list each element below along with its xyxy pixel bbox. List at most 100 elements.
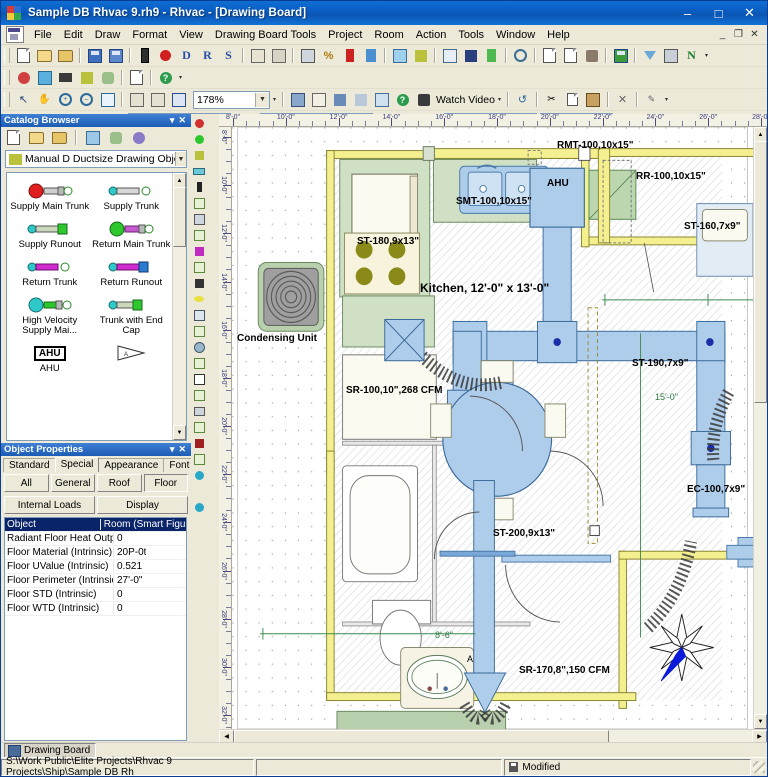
red-block-icon[interactable]: [339, 46, 360, 65]
open-project-icon[interactable]: [55, 46, 76, 65]
percent-icon[interactable]: %: [318, 46, 339, 65]
tab-standard[interactable]: Standard: [3, 458, 56, 472]
funnel-icon[interactable]: [639, 46, 660, 65]
tab-appearance[interactable]: Appearance: [98, 458, 165, 472]
dimension-tool-icon[interactable]: [191, 307, 207, 323]
table-row[interactable]: Object Room (Smart Figure): [5, 518, 186, 532]
menu-edit[interactable]: Edit: [58, 27, 89, 43]
zoom-window-icon[interactable]: [97, 90, 118, 109]
canvas-vertical-scrollbar[interactable]: ▲ ▼: [753, 127, 767, 729]
button-roof[interactable]: Roof: [97, 474, 142, 492]
drawing-label-room[interactable]: Kitchen, 12'-0" x 13'-0": [420, 281, 549, 295]
drawing-label-duct[interactable]: ST-190,7x9": [632, 358, 688, 369]
secondary-toolbar-overflow[interactable]: ▾: [176, 70, 185, 86]
stair-tool-icon[interactable]: [191, 387, 207, 403]
drawing-label-dimension[interactable]: 15'-0": [655, 392, 678, 402]
table-view-icon[interactable]: [308, 90, 329, 109]
cut-icon[interactable]: ✂: [541, 90, 562, 109]
slab-tool-icon[interactable]: [191, 451, 207, 467]
save-as-icon[interactable]: [105, 46, 126, 65]
chart-view-icon[interactable]: [329, 90, 350, 109]
drawing-label-duct[interactable]: EC-100,7x9": [687, 484, 745, 495]
copy-icon[interactable]: [562, 90, 583, 109]
drawing-label-duct[interactable]: RMT-100,10x15": [557, 140, 633, 151]
secondary-toolbar-grip[interactable]: [4, 70, 10, 85]
menu-view[interactable]: View: [173, 27, 209, 43]
grid-tool-icon[interactable]: [191, 275, 207, 291]
delete-icon[interactable]: ✕: [612, 90, 633, 109]
people-view-icon[interactable]: [350, 90, 371, 109]
object-properties-pin-icon[interactable]: ▾: [170, 444, 175, 455]
smart-figure-icon[interactable]: [191, 195, 207, 211]
property-grid[interactable]: Object Room (Smart Figure) Radiant Floor…: [4, 517, 187, 741]
drawing-label-duct[interactable]: ST-200,9x13": [493, 528, 555, 539]
catalog-scrollbar[interactable]: ▲ ▼: [172, 173, 186, 440]
catalog-item-high-velocity-supply-main[interactable]: High Velocity Supply Mai...: [9, 293, 91, 339]
catalog-pin-icon[interactable]: ▾: [170, 115, 175, 126]
zoom-level-combo[interactable]: 178% ▼: [193, 90, 270, 109]
image-view-icon[interactable]: [82, 128, 103, 147]
green-save-icon[interactable]: [610, 46, 631, 65]
canvas-scroll-thumb[interactable]: [754, 141, 767, 403]
catalog-footprint-icon[interactable]: [105, 128, 126, 147]
watch-video-label[interactable]: Watch Video: [436, 94, 495, 106]
network-icon[interactable]: [660, 46, 681, 65]
menu-drawing-board-tools[interactable]: Drawing Board Tools: [209, 27, 322, 43]
doc-copy-icon[interactable]: [539, 46, 560, 65]
supply-register-icon[interactable]: [191, 467, 207, 483]
book-icon[interactable]: [247, 46, 268, 65]
printer-icon[interactable]: [297, 46, 318, 65]
table-row[interactable]: Floor Perimeter (Intrinsic) 27'-0": [5, 574, 186, 588]
drawing-canvas[interactable]: RMT-100,10x15" RR-100,10x15" SMT-100,10x15…: [232, 127, 753, 729]
save-catalog-icon[interactable]: [49, 128, 70, 147]
open-catalog-icon[interactable]: [26, 128, 47, 147]
button-floor[interactable]: Floor: [143, 474, 188, 492]
apple-icon[interactable]: [155, 46, 176, 65]
tab-special[interactable]: Special: [54, 457, 100, 472]
print-color-icon[interactable]: [581, 46, 602, 65]
table-row[interactable]: Radiant Floor Heat Output 0: [5, 532, 186, 546]
button-internal-loads[interactable]: Internal Loads: [4, 496, 95, 514]
resize-grip[interactable]: [753, 761, 766, 773]
chevron-down-icon[interactable]: ▼: [255, 92, 269, 107]
duct-run-icon[interactable]: [191, 163, 207, 179]
catalog-item-list[interactable]: Supply Main Trunk Supply Trunk Supply Ru…: [6, 172, 187, 441]
ladder-icon[interactable]: [410, 46, 431, 65]
zone-view-icon[interactable]: [371, 90, 392, 109]
zoom-in-icon[interactable]: +: [55, 90, 76, 109]
blank-tool-2-icon[interactable]: [191, 515, 207, 531]
refresh-icon[interactable]: [389, 46, 410, 65]
layout-3-icon[interactable]: [168, 90, 189, 109]
door-tool-icon[interactable]: [191, 419, 207, 435]
room-tool-icon[interactable]: [191, 323, 207, 339]
footprints-icon[interactable]: [97, 68, 118, 87]
catalog-shape-icon[interactable]: [128, 128, 149, 147]
catalog-scroll-up-button[interactable]: ▲: [173, 173, 186, 188]
help-circle-icon[interactable]: ?: [155, 68, 176, 87]
building-icon[interactable]: [268, 46, 289, 65]
floor-plan-drawing[interactable]: [232, 127, 753, 729]
maximize-button[interactable]: □: [703, 3, 734, 23]
roof-tool-icon[interactable]: [191, 259, 207, 275]
catalog-scroll-down-button[interactable]: ▼: [173, 425, 186, 440]
catalog-item-supply-trunk[interactable]: Supply Trunk: [91, 179, 173, 215]
partition-tool-icon[interactable]: [191, 403, 207, 419]
table-row[interactable]: Floor WTD (Intrinsic) 0: [5, 602, 186, 616]
menu-help[interactable]: Help: [541, 27, 576, 43]
wall-tool-icon[interactable]: [191, 227, 207, 243]
callout-icon[interactable]: [439, 46, 460, 65]
n-letter-icon[interactable]: N: [681, 46, 702, 65]
ladder-tool-icon[interactable]: [76, 68, 97, 87]
toolbar-grip[interactable]: [4, 48, 10, 63]
doc-preview-icon[interactable]: [560, 46, 581, 65]
catalog-item-register[interactable]: A: [91, 341, 173, 377]
magenta-shape-icon[interactable]: [191, 243, 207, 259]
arrow-select-icon[interactable]: ↖: [13, 90, 34, 109]
paste-icon[interactable]: [583, 90, 604, 109]
button-general[interactable]: General: [50, 474, 95, 492]
video-camera-icon[interactable]: [413, 90, 434, 109]
edit-toolbar-overflow[interactable]: ▾: [662, 92, 671, 108]
catalog-scroll-thumb[interactable]: [173, 187, 186, 247]
catalog-item-supply-main-trunk[interactable]: Supply Main Trunk: [9, 179, 91, 215]
object-properties-close-icon[interactable]: ✕: [178, 444, 186, 455]
